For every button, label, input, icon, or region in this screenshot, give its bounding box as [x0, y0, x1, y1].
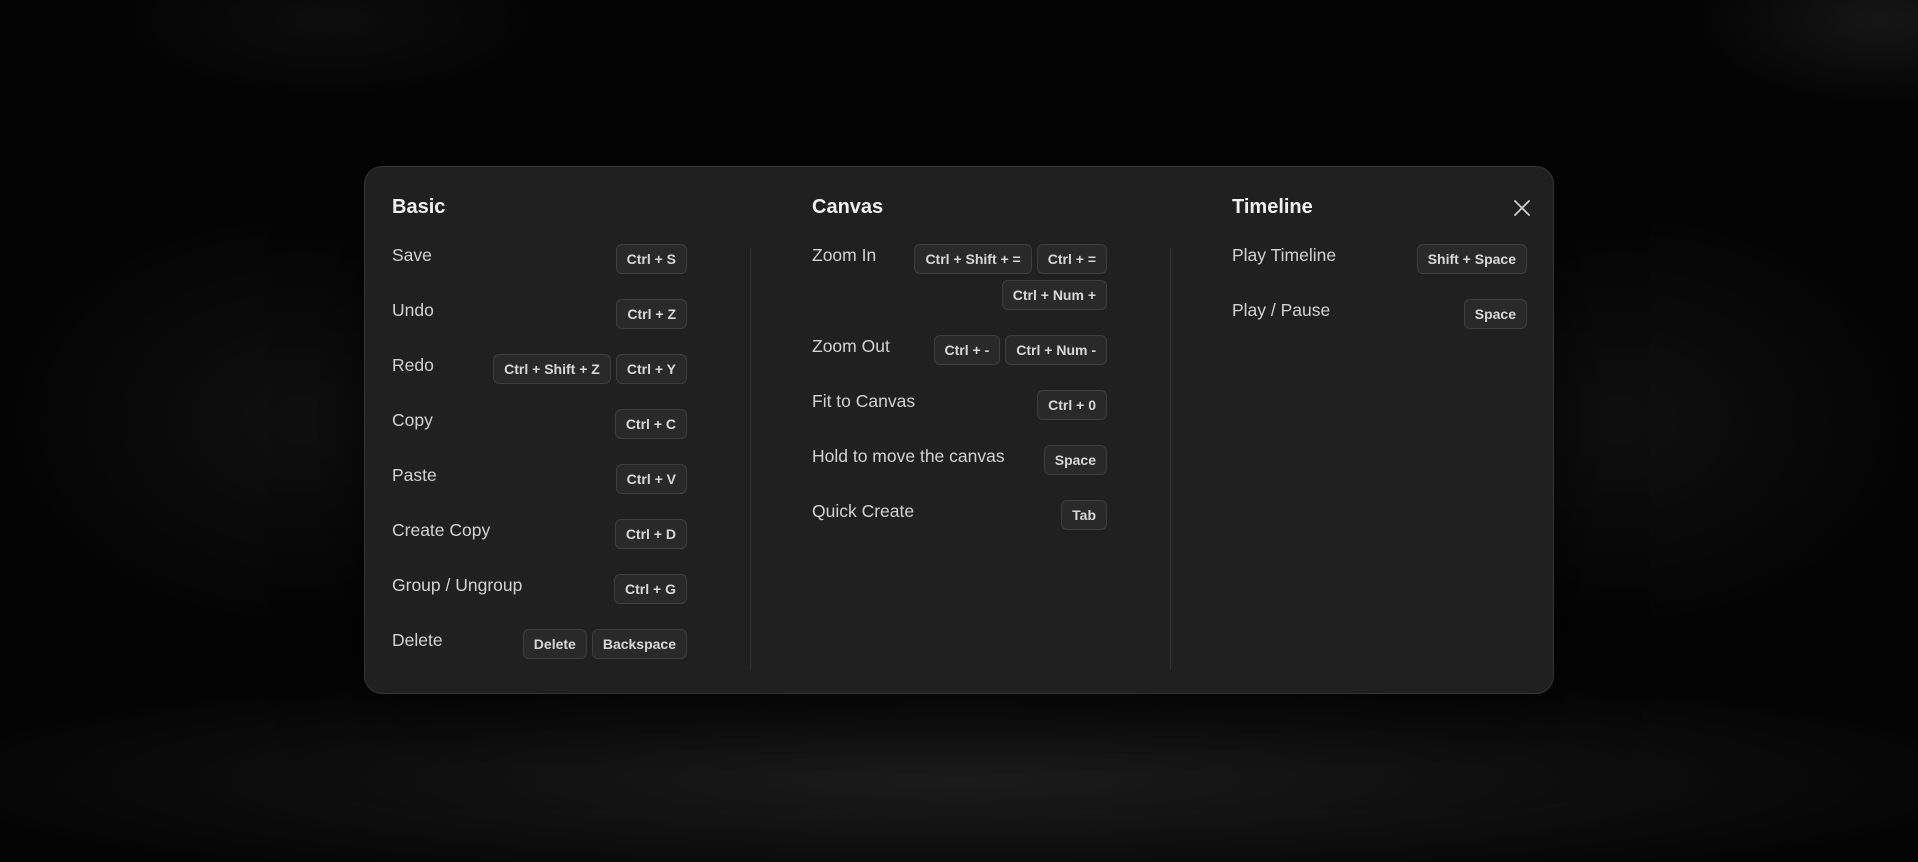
shortcut-column-timeline: Timeline Play Timeline Shift + Space Pla… — [1232, 195, 1527, 354]
key-badge: Space — [1463, 299, 1527, 329]
shortcut-keys: Space — [1463, 299, 1527, 329]
shortcut-keys: Ctrl + Shift + = Ctrl + = Ctrl + Num + — [902, 244, 1107, 310]
key-badge: Ctrl + C — [614, 409, 687, 439]
shortcut-label: Group / Ungroup — [392, 575, 523, 595]
shortcut-label: Undo — [392, 300, 434, 320]
shortcut-row-quick-create: Quick Create Tab — [812, 500, 1107, 530]
shortcut-column-basic: Basic Save Ctrl + S Undo Ctrl + Z Redo C… — [392, 195, 687, 684]
key-badge: Space — [1043, 445, 1107, 475]
shortcut-keys: Ctrl + D — [614, 519, 687, 549]
key-badge: Ctrl + G — [614, 574, 687, 604]
shortcut-label: Play Timeline — [1232, 245, 1337, 265]
shortcut-keys: Shift + Space — [1416, 244, 1527, 274]
key-badge: Ctrl + S — [615, 244, 687, 274]
shortcut-row-save: Save Ctrl + S — [392, 244, 687, 274]
shortcut-label: Paste — [392, 465, 437, 485]
shortcut-column-canvas: Canvas Zoom In Ctrl + Shift + = Ctrl + =… — [812, 195, 1107, 555]
shortcut-keys: Ctrl + 0 — [1037, 390, 1107, 420]
key-badge: Shift + Space — [1416, 244, 1527, 274]
column-title: Timeline — [1232, 196, 1313, 218]
shortcut-keys: Ctrl + Z — [616, 299, 687, 329]
shortcut-row-undo: Undo Ctrl + Z — [392, 299, 687, 329]
shortcut-keys: Ctrl + S — [615, 244, 687, 274]
shortcut-keys: Ctrl + G — [614, 574, 687, 604]
key-badge: Ctrl + Num + — [1001, 280, 1107, 310]
shortcut-row-move-canvas: Hold to move the canvas Space — [812, 445, 1107, 475]
column-title: Canvas — [812, 196, 884, 218]
shortcut-keys: Ctrl + C — [614, 409, 687, 439]
shortcut-row-zoom-out: Zoom Out Ctrl + - Ctrl + Num - — [812, 335, 1107, 365]
key-badge: Ctrl + - — [933, 335, 1001, 365]
shortcut-row-zoom-in: Zoom In Ctrl + Shift + = Ctrl + = Ctrl +… — [812, 244, 1107, 310]
key-badge: Ctrl + 0 — [1037, 390, 1107, 420]
shortcut-row-copy: Copy Ctrl + C — [392, 409, 687, 439]
column-divider — [750, 248, 751, 670]
shortcut-label: Delete — [392, 630, 443, 650]
shortcut-row-delete: Delete Delete Backspace — [392, 629, 687, 659]
shortcut-row-group-ungroup: Group / Ungroup Ctrl + G — [392, 574, 687, 604]
shortcut-row-redo: Redo Ctrl + Shift + Z Ctrl + Y — [392, 354, 687, 384]
shortcut-keys: Ctrl + - Ctrl + Num - — [933, 335, 1107, 365]
shortcut-keys: Space — [1043, 445, 1107, 475]
shortcut-label: Fit to Canvas — [812, 391, 916, 411]
shortcut-label: Zoom In — [812, 245, 877, 265]
keyboard-shortcuts-dialog: Basic Save Ctrl + S Undo Ctrl + Z Redo C… — [364, 166, 1554, 694]
key-badge: Delete — [522, 629, 587, 659]
shortcut-label: Hold to move the canvas — [812, 446, 1005, 466]
key-badge: Tab — [1061, 500, 1107, 530]
key-badge: Backspace — [591, 629, 687, 659]
shortcut-label: Copy — [392, 410, 433, 430]
shortcut-label: Save — [392, 245, 432, 265]
key-badge: Ctrl + V — [615, 464, 687, 494]
shortcut-row-paste: Paste Ctrl + V — [392, 464, 687, 494]
key-badge: Ctrl + Shift + Z — [493, 354, 611, 384]
key-badge: Ctrl + Num - — [1005, 335, 1107, 365]
shortcut-row-play-timeline: Play Timeline Shift + Space — [1232, 244, 1527, 274]
key-badge: Ctrl + Z — [616, 299, 687, 329]
shortcut-row-create-copy: Create Copy Ctrl + D — [392, 519, 687, 549]
shortcut-keys: Ctrl + V — [615, 464, 687, 494]
key-badge: Ctrl + Y — [615, 354, 687, 384]
shortcut-keys: Delete Backspace — [522, 629, 687, 659]
shortcut-label: Create Copy — [392, 520, 491, 540]
key-badge: Ctrl + = — [1036, 244, 1107, 274]
shortcut-label: Quick Create — [812, 501, 915, 521]
key-badge: Ctrl + D — [614, 519, 687, 549]
shortcut-keys: Ctrl + Shift + Z Ctrl + Y — [493, 354, 687, 384]
column-title: Basic — [392, 196, 446, 218]
shortcut-row-play-pause: Play / Pause Space — [1232, 299, 1527, 329]
shortcut-label: Redo — [392, 355, 434, 375]
shortcut-label: Play / Pause — [1232, 300, 1331, 320]
key-badge: Ctrl + Shift + = — [914, 244, 1032, 274]
shortcut-row-fit-to-canvas: Fit to Canvas Ctrl + 0 — [812, 390, 1107, 420]
shortcut-label: Zoom Out — [812, 336, 890, 356]
shortcut-keys: Tab — [1061, 500, 1107, 530]
column-divider — [1170, 248, 1171, 670]
